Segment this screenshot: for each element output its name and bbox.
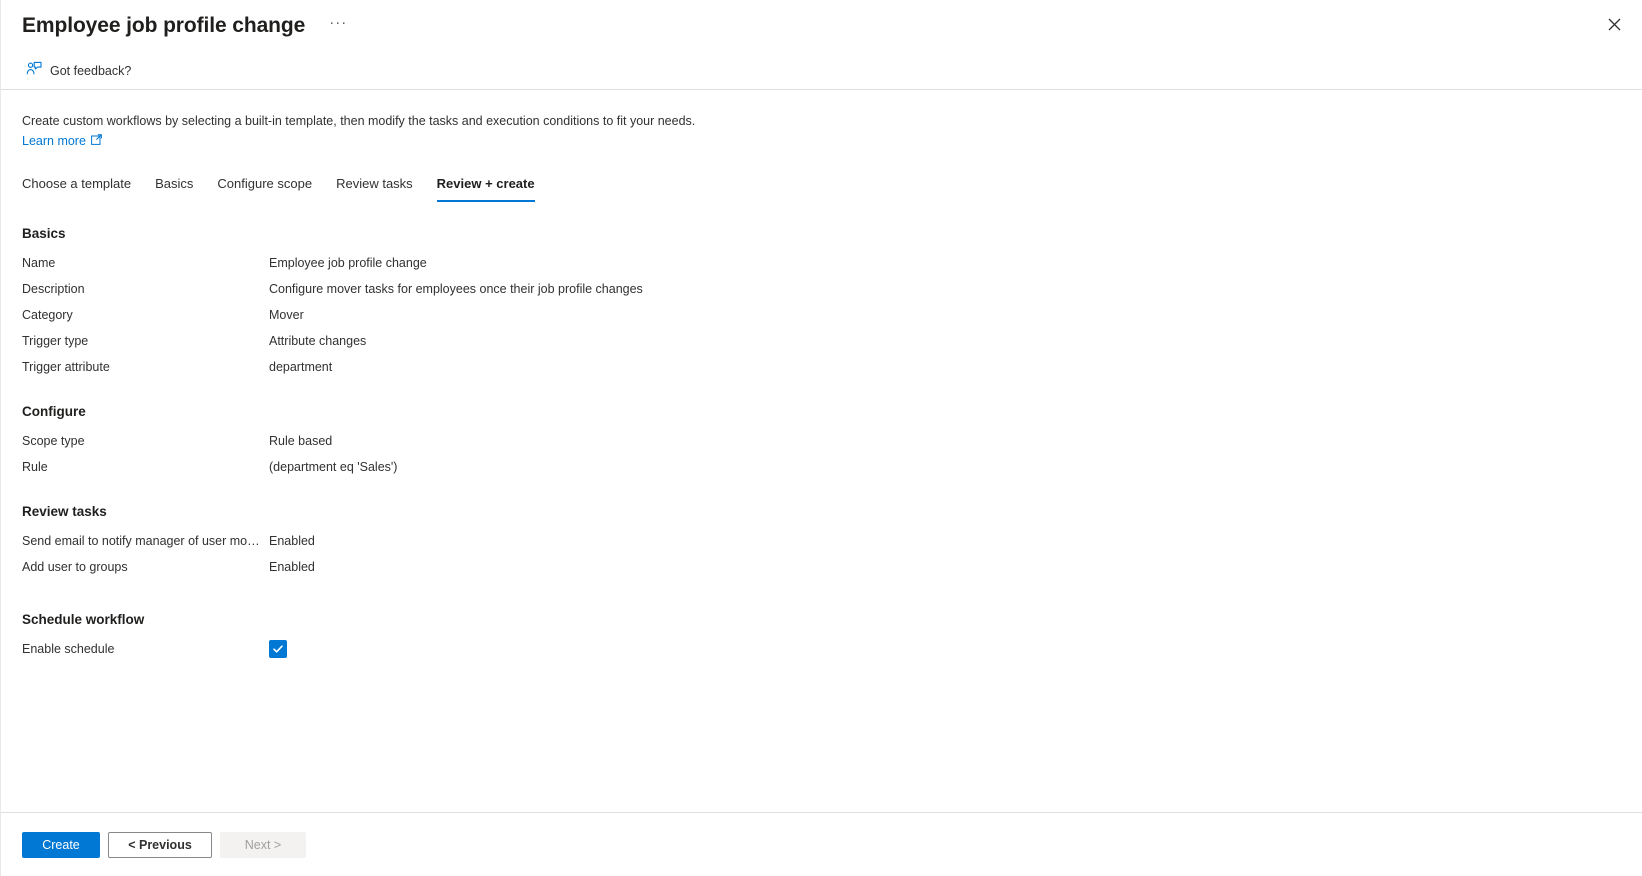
summary-value: Attribute changes [269, 334, 367, 348]
summary-value: Enabled [269, 560, 315, 574]
summary-label: Scope type [22, 434, 85, 448]
blade-header: Employee job profile change ··· [1, 0, 1642, 52]
learn-more-link[interactable]: Learn more [22, 132, 102, 150]
enable-schedule-label: Enable schedule [22, 642, 115, 656]
summary-label: Rule [22, 460, 48, 474]
review-sections: Basics Name Employee job profile change Des… [22, 224, 1621, 580]
next-button: Next > [220, 831, 306, 858]
previous-button[interactable]: < Previous [108, 831, 212, 858]
summary-row: Scope type Rule based [22, 428, 1621, 454]
summary-value: department [269, 360, 333, 374]
tab-choose-a-template[interactable]: Choose a template [22, 175, 143, 202]
create-button[interactable]: Create [22, 831, 100, 858]
section-heading: Review tasks [22, 504, 107, 519]
tab-basics[interactable]: Basics [143, 175, 205, 202]
summary-value: (department eq 'Sales') [269, 460, 398, 474]
summary-label: Trigger type [22, 334, 89, 348]
summary-value: Employee job profile change [269, 256, 427, 270]
blade-panel: Employee job profile change ··· Got feed… [0, 0, 1642, 876]
external-link-icon [91, 132, 102, 150]
summary-value: Rule based [269, 434, 333, 448]
tab-review-tasks[interactable]: Review tasks [324, 175, 425, 202]
summary-row: Description Configure mover tasks for emp… [22, 276, 1621, 302]
summary-row: Name Employee job profile change [22, 250, 1621, 276]
wizard-tabs: Choose a template Basics Configure scope Re… [22, 170, 1621, 202]
section-review-tasks: Review tasks Send email to notify manager… [22, 502, 1621, 580]
summary-label: Add user to groups [22, 560, 128, 574]
summary-label: Category [22, 308, 73, 322]
intro-description: Create custom workflows by selecting a b… [22, 114, 696, 128]
got-feedback-button[interactable]: Got feedback? [22, 57, 137, 84]
section-heading: Basics [22, 226, 66, 241]
tab-configure-scope[interactable]: Configure scope [205, 175, 324, 202]
schedule-workflow-section: Schedule workflow Enable schedule [22, 610, 1621, 662]
summary-row: Rule (department eq 'Sales') [22, 454, 1621, 480]
enable-schedule-row: Enable schedule [22, 636, 1621, 662]
wizard-footer: Create < Previous Next > [1, 812, 1642, 876]
summary-value: Mover [269, 308, 304, 322]
enable-schedule-checkbox[interactable] [269, 640, 287, 658]
summary-row: Add user to groups Enabled [22, 554, 1621, 580]
feedback-person-icon [26, 61, 42, 80]
summary-row: Trigger attribute department [22, 354, 1621, 380]
summary-label: Name [22, 256, 56, 270]
tab-review-create[interactable]: Review + create [425, 175, 547, 202]
close-icon[interactable] [1600, 10, 1628, 38]
page-title: Employee job profile change [22, 14, 306, 37]
summary-label: Send email to notify manager of user mo… [22, 534, 260, 548]
learn-more-label: Learn more [22, 134, 86, 148]
summary-label: Trigger attribute [22, 360, 110, 374]
command-bar: Got feedback? [1, 52, 1642, 90]
summary-label: Description [22, 282, 85, 296]
blade-content: Create custom workflows by selecting a b… [1, 90, 1642, 812]
summary-row: Send email to notify manager of user mo…… [22, 528, 1621, 554]
schedule-workflow-heading: Schedule workflow [22, 612, 145, 627]
summary-value: Enabled [269, 534, 315, 548]
more-options-icon[interactable]: ··· [323, 12, 353, 40]
section-basics: Basics Name Employee job profile change Des… [22, 224, 1621, 380]
got-feedback-label: Got feedback? [50, 63, 132, 78]
summary-value: Configure mover tasks for employees once… [269, 282, 643, 296]
summary-row: Category Mover [22, 302, 1621, 328]
summary-row: Trigger type Attribute changes [22, 328, 1621, 354]
section-heading: Configure [22, 404, 86, 419]
section-configure: Configure Scope type Rule based Rule (depart… [22, 402, 1621, 480]
